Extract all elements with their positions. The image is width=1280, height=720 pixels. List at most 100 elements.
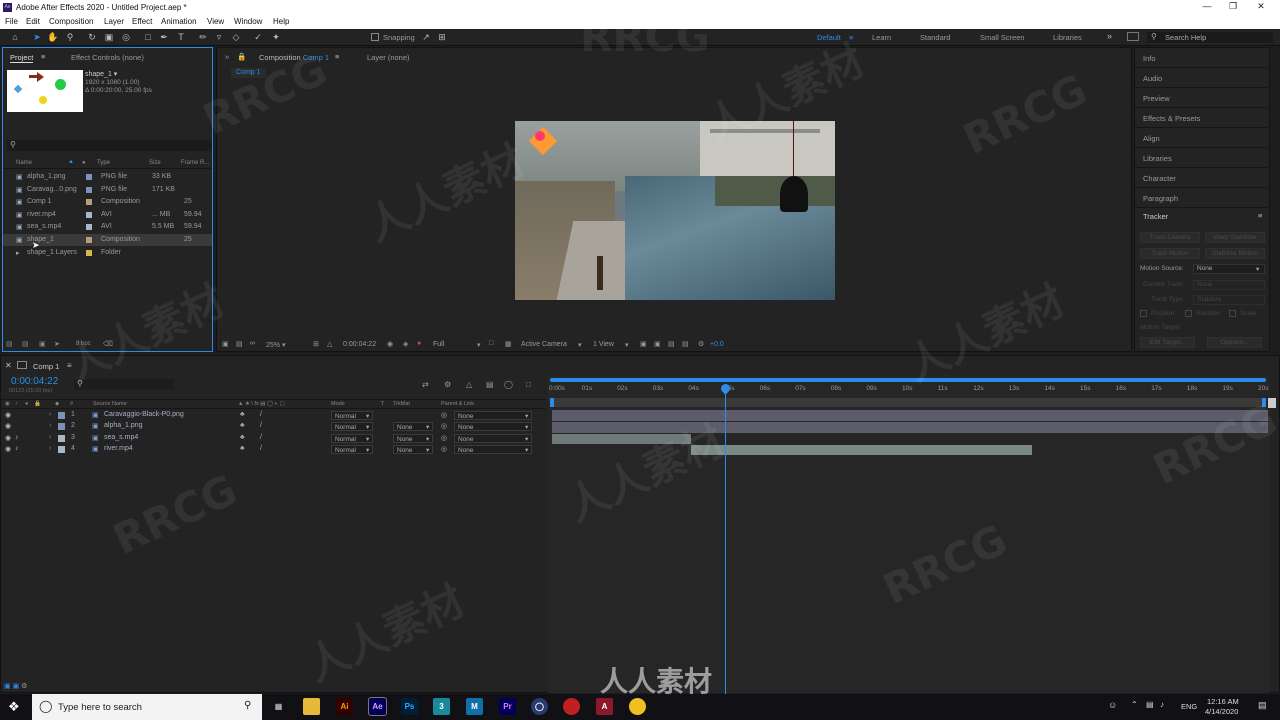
layer-row[interactable]: ◉ ♪ › 4 ▣ river.mp4 ♣ / Normal ▾ None ▾ ◎ None ▾	[0, 444, 546, 455]
rectangle-tool-icon[interactable]: □	[142, 31, 154, 43]
right-panel-item[interactable]: Info	[1135, 48, 1268, 68]
brush-tool-icon[interactable]: ✏	[197, 31, 209, 43]
layer-trkmat-select[interactable]: None ▾	[393, 433, 433, 443]
layer-mode-select[interactable]: Normal ▾	[331, 444, 373, 454]
home-icon[interactable]: ⌂	[9, 31, 21, 43]
taskbar-app-icon[interactable]: Pr	[499, 698, 516, 715]
column-size[interactable]: Size	[149, 160, 161, 166]
panel-sync-icon[interactable]	[1127, 32, 1139, 41]
camera-tool-icon[interactable]: ▣	[103, 31, 115, 43]
frame-blending-icon[interactable]: ▤	[486, 380, 494, 389]
app-circle-icon[interactable]: ◯	[531, 698, 548, 715]
workspace-learn[interactable]: Learn	[872, 33, 891, 42]
column-name[interactable]: Name	[16, 160, 32, 166]
eye-icon[interactable]: ◉	[5, 422, 11, 430]
mask-visibility-icon[interactable]: △	[327, 340, 332, 348]
time-navigator-track[interactable]	[550, 398, 1266, 407]
layer-bar-4[interactable]	[691, 445, 1032, 455]
speaker-icon[interactable]: ♪	[15, 445, 19, 452]
always-preview-icon[interactable]: ▣	[222, 340, 229, 348]
right-panel-item[interactable]: Preview	[1135, 88, 1268, 108]
lock-icon[interactable]: 🔒	[237, 52, 246, 61]
taskbar-app-icon[interactable]: M	[466, 698, 483, 715]
right-panel-item[interactable]: Align	[1135, 128, 1268, 148]
label-color-swatch[interactable]	[86, 199, 92, 206]
right-panel-item[interactable]: Paragraph	[1135, 188, 1268, 208]
quality-switch-icon[interactable]: /	[260, 411, 262, 418]
layer-parent-select[interactable]: None ▾	[454, 411, 532, 420]
edit-target-button[interactable]: Edit Target...	[1140, 337, 1195, 348]
selected-item-name[interactable]: shape_1 ▾	[85, 70, 117, 78]
show-snapshot-icon[interactable]: ◈	[403, 340, 408, 348]
rotation-checkbox[interactable]	[1185, 310, 1192, 317]
network-icon[interactable]: ▤	[1146, 700, 1154, 709]
label-color-swatch[interactable]	[86, 186, 92, 193]
workspace-small-screen[interactable]: Small Screen	[980, 33, 1025, 42]
tab-project[interactable]: Project	[10, 53, 34, 63]
quality-switch-icon[interactable]: /	[260, 422, 262, 429]
pan-behind-tool-icon[interactable]: ◎	[120, 31, 132, 43]
project-item[interactable]: ▣ sea_s.mp4 AVI 5.5 MB 59.94	[3, 221, 212, 233]
flowchart-icon[interactable]: ▤	[682, 340, 689, 348]
motion-source-select[interactable]: None ▾	[1193, 264, 1265, 274]
workspace-default[interactable]: Default	[817, 33, 841, 42]
zoom-tool-icon[interactable]: ⚲	[64, 31, 76, 43]
label-color-swatch[interactable]	[86, 211, 92, 218]
lock-column-icon[interactable]: 🔒	[34, 401, 41, 407]
pickwhip-icon[interactable]: ◎	[441, 434, 447, 442]
transparency-grid-icon[interactable]: ▦	[505, 340, 512, 348]
layer-row[interactable]: ◉ ♪ › 3 ▣ sea_s.mp4 ♣ / Normal ▾ None ▾ ◎ None ▾	[0, 433, 546, 444]
timeline-tab-comp[interactable]: Comp 1	[33, 362, 59, 371]
label-color-swatch[interactable]	[86, 237, 92, 243]
column-frame-rate[interactable]: Frame R...	[181, 160, 209, 166]
menu-composition[interactable]: Composition	[49, 17, 93, 26]
toggle-pixel-aspect-icon[interactable]: ▣	[640, 340, 647, 348]
tab-composition[interactable]: Composition Comp 1	[259, 53, 329, 62]
expand-arrow-icon[interactable]: ›	[49, 422, 51, 429]
layer-label-color[interactable]	[58, 423, 65, 431]
options-button[interactable]: Options...	[1207, 337, 1262, 348]
source-name-column[interactable]: Source Name	[93, 401, 127, 407]
file-explorer-icon[interactable]	[303, 698, 320, 715]
restore-icon[interactable]: ❐	[1224, 1, 1242, 13]
column-type[interactable]: Type	[97, 160, 110, 166]
taskbar-app-icon[interactable]: Ps	[401, 698, 418, 715]
new-composition-icon[interactable]: ▣	[39, 340, 46, 348]
new-folder-icon[interactable]: ▤	[22, 340, 29, 348]
label-color-swatch[interactable]	[86, 174, 92, 180]
layer-label-color[interactable]	[58, 412, 65, 419]
workspace-standard[interactable]: Standard	[920, 33, 950, 42]
pickwhip-icon[interactable]: ◎	[441, 411, 447, 419]
selection-tool-icon[interactable]: ➤	[31, 31, 43, 43]
quality-switch-icon[interactable]: /	[260, 434, 262, 441]
viewer-timecode[interactable]: 0:00:04:22	[343, 341, 376, 348]
exposure-value[interactable]: +0.0	[710, 341, 724, 348]
glasses-icon[interactable]: ∞	[250, 340, 255, 347]
close-icon[interactable]: ✕	[1252, 1, 1270, 13]
color-channel-icon[interactable]: ●	[417, 340, 421, 347]
layer-parent-select[interactable]: None ▾	[454, 433, 532, 443]
layer-bar-2[interactable]	[552, 422, 1268, 433]
volume-icon[interactable]: ♪	[1160, 700, 1164, 709]
project-item[interactable]: ▣ river.mp4 AVI ... MB 59.94	[3, 209, 212, 221]
transfer-controls-icon[interactable]: ▣	[13, 683, 20, 690]
tab-effect-controls[interactable]: Effect Controls (none)	[71, 53, 144, 62]
pickwhip-icon[interactable]: ◎	[441, 422, 447, 430]
timeline-close-icon[interactable]: ✕	[5, 361, 12, 370]
roto-brush-tool-icon[interactable]: ✓	[252, 31, 264, 43]
taskbar-search-box[interactable]: ◯ Type here to search ⚲	[32, 694, 262, 720]
search-help-box[interactable]: ⚲ Search Help	[1147, 32, 1273, 43]
current-time-indicator[interactable]	[725, 384, 726, 694]
app-red-icon[interactable]	[563, 698, 580, 715]
sort-icon[interactable]: ▲	[68, 159, 74, 165]
type-tool-icon[interactable]: T	[175, 31, 187, 43]
warp-stabilizer-button[interactable]: Warp Stabilizer	[1205, 232, 1265, 243]
layer-trkmat-select[interactable]: None ▾	[393, 422, 433, 432]
display-monitor-icon[interactable]: ▤	[236, 340, 243, 348]
layer-parent-select[interactable]: None ▾	[454, 422, 532, 432]
view-layout-dropdown[interactable]: 1 View ▾	[593, 341, 633, 349]
graph-editor-icon[interactable]: □	[526, 380, 531, 389]
right-panel-item[interactable]: Libraries	[1135, 148, 1268, 168]
panel-collapse-icon[interactable]: »	[225, 52, 229, 61]
taskbar-app-icon[interactable]: Ae	[368, 697, 387, 716]
